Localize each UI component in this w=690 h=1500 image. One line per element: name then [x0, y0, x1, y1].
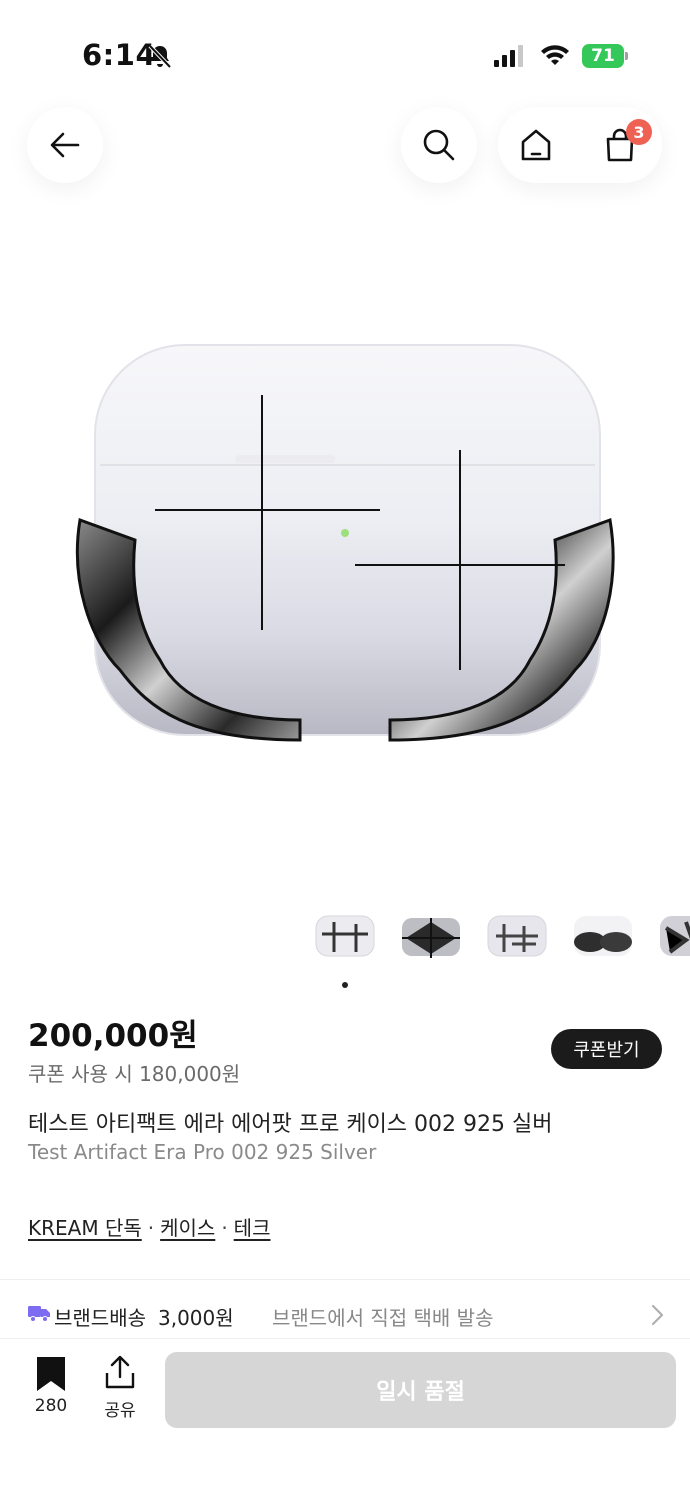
tag-link[interactable]: 케이스 [160, 1216, 215, 1240]
top-nav: 3 [0, 100, 690, 190]
cart-count-badge: 3 [626, 119, 652, 145]
thumbnail-strip [312, 910, 690, 966]
coupon-price: 쿠폰 사용 시 180,000원 [28, 1062, 241, 1086]
thumbnail-3[interactable] [484, 910, 550, 962]
product-title-en: Test Artifact Era Pro 002 925 Silver [28, 1140, 377, 1164]
tag-link[interactable]: KREAM 단독 [28, 1216, 142, 1240]
wifi-icon [541, 45, 569, 65]
status-bar: 6:14 71 [0, 0, 690, 110]
home-cart-group: 3 [498, 107, 662, 183]
product-price: 200,000원 [28, 1018, 198, 1054]
thumbnail-4[interactable] [570, 910, 636, 962]
search-button[interactable] [401, 107, 477, 183]
tag-separator: · [147, 1216, 155, 1240]
product-image[interactable] [60, 340, 630, 750]
delivery-price: 3,000원 [158, 1306, 234, 1330]
section-divider [0, 1279, 690, 1280]
carousel-page-indicator [342, 982, 348, 988]
thumbnail-5[interactable] [656, 910, 690, 962]
thumbnail-2[interactable] [398, 910, 464, 962]
home-button[interactable] [512, 121, 560, 169]
truck-icon [28, 1306, 50, 1322]
product-title-ko: 테스트 아티팩트 에라 에어팟 프로 케이스 002 925 실버 [28, 1112, 553, 1137]
battery-indicator: 71 [582, 44, 628, 68]
save-count: 280 [34, 1396, 68, 1416]
tag-separator: · [221, 1216, 228, 1240]
bookmark-icon[interactable] [35, 1356, 67, 1392]
share-icon[interactable] [103, 1355, 137, 1389]
arrow-left-icon [50, 132, 80, 158]
delivery-description: 브랜드에서 직접 택배 발송 [272, 1306, 494, 1330]
search-icon [423, 129, 455, 161]
delivery-row[interactable]: 브랜드배송 3,000원 브랜드에서 직접 택배 발송 [28, 1300, 668, 1330]
home-icon [521, 129, 551, 161]
battery-cap [625, 52, 628, 60]
back-button[interactable] [27, 107, 103, 183]
bell-muted-icon [148, 44, 172, 69]
product-tags: KREAM 단독 · 케이스 · 테크 [28, 1212, 270, 1241]
bottom-bar-divider [0, 1338, 690, 1339]
chevron-right-icon [651, 1304, 664, 1326]
get-coupon-button[interactable]: 쿠폰받기 [551, 1029, 662, 1069]
thumbnail-1[interactable] [312, 910, 378, 962]
soldout-button[interactable]: 일시 품절 [165, 1352, 676, 1428]
cellular-signal-icon [494, 45, 523, 67]
share-label: 공유 [104, 1401, 136, 1421]
delivery-label: 브랜드배송 [54, 1306, 146, 1330]
tag-link[interactable]: 테크 [234, 1216, 271, 1240]
battery-level: 71 [582, 44, 624, 68]
